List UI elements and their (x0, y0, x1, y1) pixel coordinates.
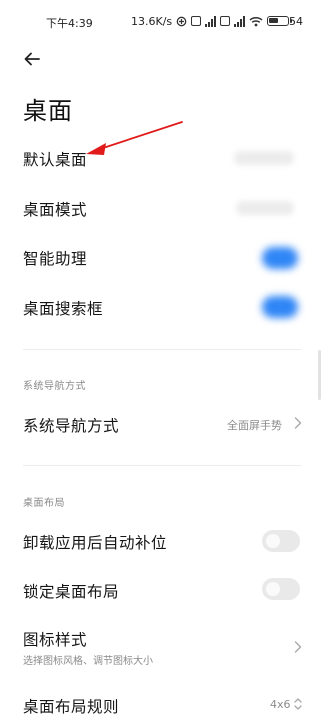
chevron-updown-icon (294, 698, 302, 710)
nav-method-value: 全面屏手势 (227, 419, 282, 432)
back-arrow-icon (24, 52, 40, 66)
status-bar: 下午4:39 13.6K/s 54 (0, 0, 324, 40)
status-net-speed: 13.6K/s (131, 15, 173, 28)
lock-layout-toggle[interactable] (262, 578, 300, 600)
smart-assistant-toggle[interactable] (262, 247, 298, 269)
status-icons (176, 12, 292, 31)
chevron-right-icon (294, 417, 302, 429)
launcher-mode-value-blurred (236, 201, 294, 215)
back-button[interactable] (20, 47, 44, 71)
icon-style-label: 图标样式 (23, 631, 88, 649)
auto-fill-toggle[interactable] (262, 530, 300, 552)
layout-section-title: 桌面布局 (23, 498, 65, 509)
scrollbar[interactable] (318, 350, 321, 400)
launcher-mode-label: 桌面模式 (23, 201, 88, 219)
battery-percent: 54 (289, 15, 303, 28)
search-bar-toggle[interactable] (262, 296, 298, 318)
page-title: 桌面 (23, 97, 73, 125)
auto-fill-label: 卸载应用后自动补位 (23, 534, 168, 552)
hd-icon-2 (220, 16, 230, 26)
lock-layout-label: 锁定桌面布局 (23, 583, 120, 601)
annotation-arrow-icon (86, 121, 183, 155)
default-launcher-label: 默认桌面 (23, 151, 88, 169)
nav-method-label: 系统导航方式 (23, 417, 120, 435)
icon-style-subtitle: 选择图标风格、调节图标大小 (23, 656, 153, 667)
grid-rule-label: 桌面布局规则 (23, 698, 120, 716)
status-time: 下午4:39 (46, 17, 93, 30)
default-launcher-value-blurred (234, 151, 294, 165)
section-divider (23, 349, 301, 350)
battery-icon (267, 16, 292, 26)
grid-rule-value: 4x6 (270, 698, 291, 711)
hd-icon (191, 16, 201, 26)
nav-section-title: 系统导航方式 (23, 381, 86, 392)
signal-icon-2 (234, 15, 245, 27)
wifi-icon (249, 12, 263, 31)
smart-assistant-label: 智能助理 (23, 250, 88, 268)
signal-icon (205, 15, 216, 27)
data-saver-icon (176, 12, 187, 31)
section-divider-2 (23, 465, 301, 466)
search-bar-label: 桌面搜索框 (23, 300, 104, 318)
chevron-right-icon (294, 641, 302, 653)
